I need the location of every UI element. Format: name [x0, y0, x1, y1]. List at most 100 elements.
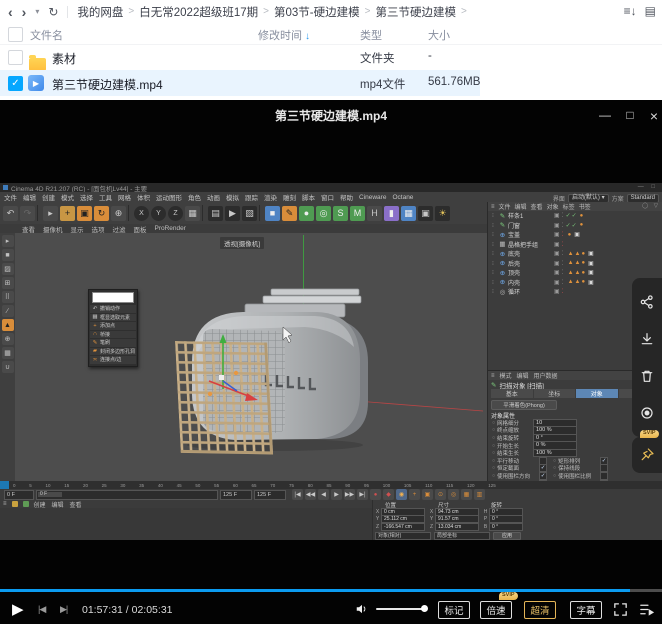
- mark-button[interactable]: 标记: [438, 601, 470, 619]
- c4d-tool-icon[interactable]: ▮: [384, 205, 399, 221]
- object-row[interactable]: ⁝ ⊕ 顶壳 ▣ ⁚ ▲▲● ▣: [488, 268, 662, 278]
- object-row[interactable]: ⁝ ⊕ 宝盖 ▣ ⁚ ● ▣: [488, 230, 662, 240]
- phong-selection-tags[interactable]: ▲▲●: [568, 270, 587, 276]
- end-frame-field-2[interactable]: 125 F: [254, 489, 286, 500]
- c4d-mode-icon[interactable]: ⊕: [1, 333, 14, 345]
- traffic-dots-icon[interactable]: ⁚: [562, 222, 564, 229]
- hamburger-icon[interactable]: ≡: [491, 204, 495, 210]
- om-menu-item[interactable]: 书签: [579, 202, 591, 211]
- object-name[interactable]: 底壳: [508, 249, 552, 258]
- c4d-tool-icon[interactable]: H: [367, 205, 382, 221]
- transport-button[interactable]: ◀◀: [305, 489, 316, 500]
- om-menu-item[interactable]: 查看: [531, 202, 543, 211]
- visibility-dots-icon[interactable]: ⁝: [492, 269, 497, 276]
- size-value-input[interactable]: 13.034 cm: [435, 522, 479, 531]
- minimize-button[interactable]: —: [596, 108, 614, 122]
- close-button[interactable]: ×: [645, 108, 662, 124]
- traffic-dots-icon[interactable]: ⁚: [562, 288, 564, 295]
- keyframe-circle-icon[interactable]: ○: [492, 458, 495, 464]
- viewport-camera-label[interactable]: 透视[摄像机]: [220, 237, 265, 249]
- sort-icon[interactable]: ≡↓: [624, 4, 637, 18]
- c4d-menu-item[interactable]: 网格: [118, 192, 131, 202]
- context-menu-item[interactable]: + 添加点: [90, 322, 136, 330]
- end-frame-field[interactable]: 125 F: [220, 489, 252, 500]
- context-menu-search-input[interactable]: [92, 292, 134, 303]
- c4d-mode-icon[interactable]: ▲: [1, 319, 14, 331]
- viewport-menu-item[interactable]: ProRender: [155, 225, 186, 232]
- om-menu-item[interactable]: 对象: [547, 202, 559, 211]
- keyframe-circle-icon[interactable]: ○: [492, 473, 495, 479]
- om-menu-item[interactable]: 文件: [499, 202, 511, 211]
- c4d-menu-item[interactable]: 创建: [42, 192, 55, 202]
- c4d-tool-icon[interactable]: ●: [299, 205, 314, 221]
- c4d-tool-icon[interactable]: [202, 205, 206, 221]
- transport-button[interactable]: ▶|: [357, 489, 368, 500]
- previous-video-button[interactable]: |◀: [38, 604, 46, 615]
- c4d-menu-item[interactable]: 运动图形: [156, 192, 182, 202]
- c4d-tool-icon[interactable]: +: [60, 205, 75, 221]
- visibility-dots-icon[interactable]: ⁝: [492, 231, 497, 238]
- visibility-dots-icon[interactable]: ⁝: [492, 279, 497, 286]
- om-menu-item[interactable]: 标签: [563, 202, 575, 211]
- subtitle-button[interactable]: 字幕: [570, 601, 602, 619]
- phong-selection-tags[interactable]: ●: [580, 213, 585, 219]
- c4d-tool-icon[interactable]: ■: [265, 205, 280, 221]
- c4d-tool-icon[interactable]: [259, 205, 263, 221]
- object-row[interactable]: ⁝ ⊕ 后壳 ▣ ⁚ ▲▲● ▣: [488, 259, 662, 269]
- c4d-tool-icon[interactable]: ▦: [401, 205, 416, 221]
- back-icon[interactable]: ‹: [8, 4, 13, 20]
- c4d-tool-icon[interactable]: Z: [168, 205, 183, 221]
- context-menu-item[interactable]: ✎ 笔刷: [90, 339, 136, 347]
- coords-space-dropdown[interactable]: 局部坐标: [434, 531, 490, 540]
- volume-slider-handle[interactable]: [421, 605, 428, 612]
- transport-button[interactable]: ▥: [474, 489, 485, 500]
- c4d-mode-icon[interactable]: ▸: [1, 235, 14, 247]
- material-browser-area[interactable]: [0, 508, 372, 540]
- viewport-menu-item[interactable]: 选项: [92, 224, 105, 234]
- position-value-input[interactable]: -166.547 cm: [381, 522, 425, 531]
- c4d-menu-item[interactable]: 脚本: [302, 192, 315, 202]
- rotation-value-input[interactable]: 0 °: [489, 522, 523, 531]
- visibility-dots-icon[interactable]: ⁝: [492, 222, 497, 229]
- row-checkbox[interactable]: [8, 50, 23, 65]
- select-all-checkbox[interactable]: [8, 27, 23, 42]
- phong-selection-tags[interactable]: ●: [568, 232, 573, 238]
- player-title-bar[interactable]: 第三节硬边建模.mp4: [0, 100, 662, 130]
- attribute-tab[interactable]: 对象: [576, 389, 618, 398]
- viewport-menu-item[interactable]: 显示: [71, 224, 84, 234]
- transport-button[interactable]: ▦: [461, 489, 472, 500]
- c4d-tool-icon[interactable]: ▧: [242, 205, 257, 221]
- viewport-menu-item[interactable]: 过滤: [113, 224, 126, 234]
- c4d-tool-icon[interactable]: ▦: [185, 205, 200, 221]
- c4d-tool-icon[interactable]: M: [350, 205, 365, 221]
- texture-tag-icon[interactable]: ▣: [588, 250, 594, 257]
- file-name[interactable]: 第三节硬边建模.mp4: [52, 76, 163, 93]
- layer-icon[interactable]: ▣: [554, 212, 560, 219]
- c4d-tool-icon[interactable]: [37, 205, 41, 221]
- om-search-filter-icons[interactable]: ◯ ▽: [642, 203, 660, 209]
- c4d-tool-icon[interactable]: Y: [151, 205, 166, 221]
- traffic-dots-icon[interactable]: ⁚: [562, 241, 564, 248]
- context-menu-item[interactable]: ↶ 撤销动作: [90, 305, 136, 313]
- speed-button[interactable]: 倍速: [480, 601, 512, 619]
- transport-button[interactable]: ◉: [396, 489, 407, 500]
- c4d-mode-icon[interactable]: ■: [1, 249, 14, 261]
- keyframe-circle-icon[interactable]: ○: [492, 450, 495, 456]
- file-row-folder[interactable]: 素材 文件夹 -: [0, 44, 662, 71]
- phong-selection-tags[interactable]: ▲▲●: [568, 251, 587, 257]
- transport-button[interactable]: |◀: [292, 489, 303, 500]
- transport-button[interactable]: ◎: [448, 489, 459, 500]
- object-name[interactable]: 内壳: [508, 278, 552, 287]
- texture-tag-icon[interactable]: ▣: [588, 279, 594, 286]
- c4d-tool-icon[interactable]: ✎: [282, 205, 297, 221]
- phong-shading-button[interactable]: 平滑着色(Phong): [491, 400, 557, 410]
- visibility-dots-icon[interactable]: ⁝: [492, 241, 497, 248]
- download-icon[interactable]: [639, 331, 655, 347]
- c4d-menu-item[interactable]: 模式: [61, 192, 74, 202]
- timeline-slider[interactable]: 0 F: [36, 489, 218, 500]
- enabled-check-tags[interactable]: ✓✓: [566, 212, 578, 219]
- traffic-dots-icon[interactable]: ⁚: [562, 279, 564, 286]
- current-frame-field[interactable]: 0 F: [4, 489, 34, 500]
- c4d-tool-icon[interactable]: ▣: [418, 205, 433, 221]
- fullscreen-icon[interactable]: [612, 601, 629, 618]
